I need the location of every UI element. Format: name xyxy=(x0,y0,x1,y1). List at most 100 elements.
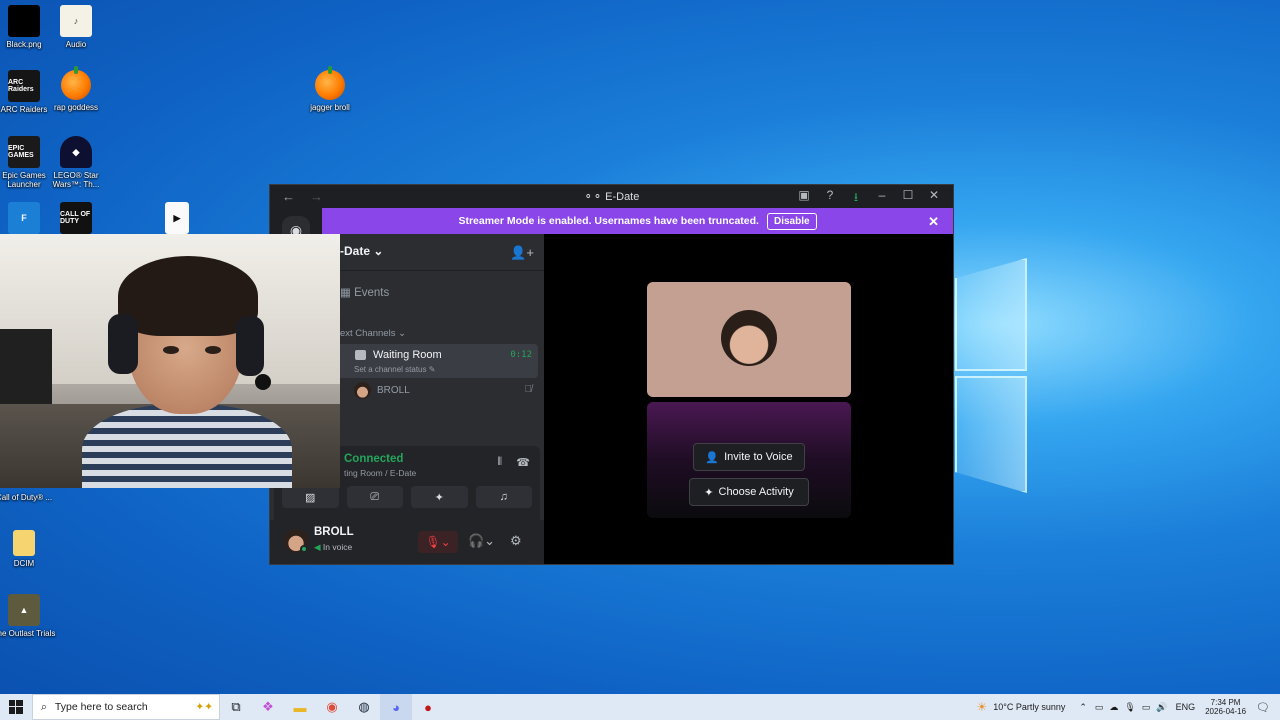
camera-off-button[interactable]: ▨ xyxy=(282,486,339,508)
network-icon[interactable]: ▭ xyxy=(1142,702,1151,713)
fl-studio-icon xyxy=(61,66,91,100)
title-bar: ← → ⚬⚬ E-Date ▣ ? ⭳ – ☐ ✕ xyxy=(270,185,953,208)
epic-games-icon: EPIC GAMES xyxy=(8,136,40,168)
connection-status[interactable]: Connected xyxy=(344,453,403,465)
discord-window: ← → ⚬⚬ E-Date ▣ ? ⭳ – ☐ ✕ ◉ Streamer Mod… xyxy=(269,184,954,565)
system-tray: ☀ 10°C Partly sunny ⌃ ▭ ☁ 🎙 ▭ 🔊 ENG 7:34… xyxy=(976,694,1280,720)
headphones-right xyxy=(236,316,264,376)
server-name-dropdown[interactable]: -Date ⌄ xyxy=(340,244,383,258)
outlast-trials-icon: ▲ xyxy=(8,594,40,626)
download-icon[interactable]: ⭳ xyxy=(843,188,869,209)
activity-icon: ✦ xyxy=(704,486,714,499)
desktop-icon-label: LEGO® Star Wars™: Th... xyxy=(52,171,100,190)
windows-logo-icon xyxy=(9,700,23,714)
chrome-icon[interactable]: ◉ xyxy=(316,694,348,720)
headset-mic xyxy=(255,374,271,390)
maximize-button[interactable]: ☐ xyxy=(895,188,921,209)
volume-icon[interactable]: 🔊 xyxy=(1156,702,1167,713)
pencil-icon: ✎ xyxy=(428,365,436,374)
choose-activity-button[interactable]: ✦ Choose Activity xyxy=(689,478,809,506)
notifications-icon[interactable]: 🗨 xyxy=(1256,701,1270,714)
cloud-icon[interactable]: ☁ xyxy=(1109,702,1118,713)
headphones-button[interactable]: 🎧⌄ xyxy=(468,533,495,549)
events-item[interactable]: ▦ Events xyxy=(340,285,389,299)
steam-icon[interactable]: ◍ xyxy=(348,694,380,720)
folder-icon xyxy=(13,530,35,556)
soundboard-button[interactable]: ♫ xyxy=(475,486,532,508)
headphones-left xyxy=(108,314,138,374)
desktop-icon-cod-shortcut[interactable]: CALL OF DUTY xyxy=(41,202,111,234)
voice-icon: ◀ xyxy=(314,542,323,552)
taskbar: ⌕ Type here to search ✦✦ ⧉ ❖ ▬ ◉ ◍ ◕ ● ☀… xyxy=(0,694,1280,720)
copilot-icon[interactable]: ❖ xyxy=(252,694,284,720)
settings-gear-icon[interactable]: ⚙ xyxy=(510,533,522,549)
start-button[interactable] xyxy=(0,694,32,720)
desktop-icon-lego-star-wars[interactable]: ◆ LEGO® Star Wars™: Th... xyxy=(41,136,111,189)
user-status: ◀ In voice xyxy=(314,542,353,552)
desktop-icon-jagger-broll[interactable]: jagger broll xyxy=(295,66,365,112)
add-member-icon[interactable]: 👤+ xyxy=(510,245,534,261)
add-person-icon: 👤 xyxy=(705,451,720,464)
task-view-icon[interactable]: ⧉ xyxy=(220,694,252,720)
speaker-icon xyxy=(355,350,366,360)
wallpaper-logo-upper xyxy=(955,258,1027,371)
invite-to-voice-button[interactable]: 👤 Invite to Voice xyxy=(693,443,805,471)
disable-streamer-mode-button[interactable]: Disable xyxy=(766,212,817,230)
channel-status-prompt[interactable]: Set a channel status ✎ xyxy=(354,365,435,374)
call-of-duty-icon: CALL OF DUTY xyxy=(60,202,92,234)
desktop-icon-label: Black.png xyxy=(6,40,42,49)
connection-location: ting Room / E-Date xyxy=(344,468,417,478)
voice-channel-waiting-room[interactable]: Waiting Room 0:12 Set a channel status ✎ xyxy=(336,344,538,378)
desktop-icon-video[interactable]: ▶ xyxy=(142,202,212,234)
screen-share-button[interactable]: ⎚ xyxy=(346,486,403,508)
file-explorer-icon[interactable]: ▬ xyxy=(284,694,316,720)
webcam-person-shirt xyxy=(82,404,292,488)
noise-suppression-icon[interactable]: ⫴ xyxy=(497,456,502,469)
clock[interactable]: 7:34 PM 2026-04-16 xyxy=(1205,698,1246,716)
voice-icon: ⚬⚬ xyxy=(583,191,606,203)
discord-taskbar-icon[interactable]: ◕ xyxy=(380,694,412,720)
chevron-up-icon[interactable]: ⌃ xyxy=(1079,702,1087,713)
clock-time: 7:34 PM xyxy=(1210,697,1241,707)
inbox-icon[interactable]: ▣ xyxy=(791,188,817,209)
close-banner-icon[interactable]: ✕ xyxy=(928,214,939,230)
search-placeholder: Type here to search xyxy=(54,701,148,713)
streamer-mode-banner: Streamer Mode is enabled. Usernames have… xyxy=(322,208,953,234)
desktop-icon-outlast-trials[interactable]: ▲ The Outlast Trials xyxy=(0,594,59,638)
avatar xyxy=(354,382,371,399)
disconnect-icon[interactable]: ☎ xyxy=(516,456,530,469)
text-channels-category[interactable]: ext Channels ⌄ xyxy=(340,328,406,339)
voice-timer: 0:12 xyxy=(510,350,532,360)
desktop-icon-audio[interactable]: ♪ Audio xyxy=(41,5,111,49)
voice-member[interactable]: BROLL xyxy=(354,382,410,399)
recording-app-icon[interactable]: ● xyxy=(412,694,444,720)
activities-button[interactable]: ✦ xyxy=(411,486,468,508)
minimize-button[interactable]: – xyxy=(869,188,895,209)
participant-tile[interactable] xyxy=(647,282,851,397)
close-button[interactable]: ✕ xyxy=(921,188,947,209)
voice-channel-name: Waiting Room xyxy=(373,349,442,361)
weather-text[interactable]: 10°C Partly sunny xyxy=(993,702,1065,712)
search-icon: ⌕ xyxy=(41,700,47,713)
taskbar-search[interactable]: ⌕ Type here to search ✦✦ xyxy=(32,694,220,720)
microphone-icon[interactable]: 🎙 xyxy=(1124,702,1135,713)
muted-mic-icon: 🎙̸ xyxy=(524,384,533,395)
desktop-icon-call-of-duty[interactable]: Call of Duty® ... xyxy=(0,490,59,502)
desktop-icon-rap-goddess[interactable]: rap goddess xyxy=(41,66,111,112)
desktop-icon-label: The Outlast Trials xyxy=(0,629,56,638)
desktop-icon-label: Audio xyxy=(65,40,87,49)
tray-app-icon[interactable]: ▭ xyxy=(1095,702,1104,713)
lego-star-wars-icon: ◆ xyxy=(60,136,92,168)
image-file-icon xyxy=(8,5,40,37)
voice-stage: 👤 Invite to Voice ✦ Choose Activity xyxy=(544,234,953,564)
fl-studio-icon xyxy=(315,66,345,100)
language-indicator[interactable]: ENG xyxy=(1176,702,1196,712)
webcam-eye xyxy=(205,346,221,354)
mute-mic-button[interactable]: 🎙⌄ xyxy=(418,531,458,553)
webcam-overlay xyxy=(0,234,340,488)
weather-icon[interactable]: ☀ xyxy=(976,700,987,714)
video-file-icon: ▶ xyxy=(165,202,189,234)
help-icon[interactable]: ? xyxy=(817,188,843,209)
desktop-icon-label: rap goddess xyxy=(53,103,99,112)
desktop-icon-dcim[interactable]: DCIM xyxy=(0,530,59,568)
